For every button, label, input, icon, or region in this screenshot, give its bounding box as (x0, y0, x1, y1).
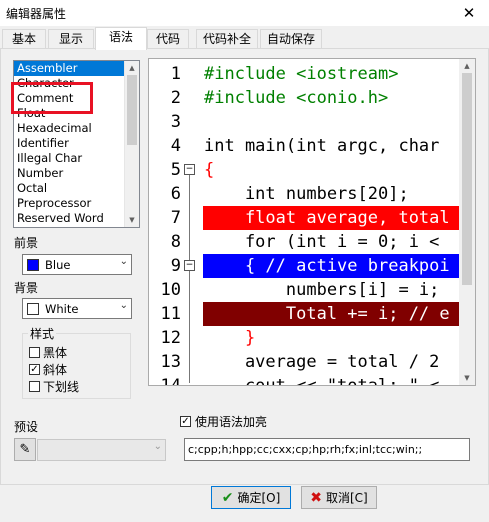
window-title: 编辑器属性 (6, 7, 67, 21)
fold-collapse-icon[interactable]: − (184, 260, 195, 271)
list-item-reserved-word[interactable]: Reserved Word (14, 211, 139, 226)
italic-checkbox[interactable]: ✓ (29, 364, 40, 375)
code-line-error: 11 Total += i; // e (149, 302, 473, 326)
preset-label: 预设 (14, 420, 39, 434)
fold-collapse-icon[interactable]: − (184, 164, 195, 175)
style-group-label: 样式 (28, 325, 57, 342)
foreground-color-select[interactable]: Blue ⌄ (22, 254, 132, 275)
preset-load-button[interactable]: ✎ (14, 438, 36, 461)
code-line: 2 #include <conio.h> (170, 88, 389, 108)
code-line: 10 numbers[i] = i; (160, 280, 440, 300)
list-item-identifier[interactable]: Identifier (14, 136, 139, 151)
editor-scrollbar[interactable]: ▲ ▼ (459, 59, 475, 385)
title-bar: 编辑器属性 ✕ (0, 0, 489, 26)
scroll-down-icon[interactable]: ▼ (125, 213, 139, 227)
bold-checkbox[interactable] (29, 347, 40, 358)
highlight-annotation-box (11, 82, 93, 114)
tab-display[interactable]: 显示 (48, 29, 94, 49)
foreground-value: Blue (45, 258, 71, 272)
preset-select[interactable]: ⌄ (37, 439, 166, 461)
cancel-label: 取消[C] (325, 491, 368, 505)
code-line: 14 cout << "total: " < (160, 376, 440, 386)
code-line-error: 7 float average, total (149, 206, 473, 230)
cancel-button[interactable]: ✖ 取消[C] (301, 486, 377, 509)
scroll-thumb[interactable] (462, 73, 472, 285)
checkmark-icon: ✔ (221, 489, 234, 506)
syntax-highlight-option[interactable]: ✓ 使用语法加亮 (180, 413, 267, 430)
list-item-hexadecimal[interactable]: Hexadecimal (14, 121, 139, 136)
syntax-highlight-checkbox[interactable]: ✓ (180, 416, 191, 427)
ok-button[interactable]: ✔ 确定[O] (211, 486, 291, 509)
code-line: 3 (170, 112, 181, 132)
tab-code[interactable]: 代码 (147, 29, 189, 49)
extensions-value: c;cpp;h;hpp;cc;cxx;cp;hp;rh;fx;inl;tcc;w… (188, 443, 423, 456)
tab-code-completion[interactable]: 代码补全 (196, 29, 258, 49)
code-line-breakpoint: 9 − { // active breakpoi (149, 254, 473, 278)
background-value: White (45, 302, 79, 316)
list-item-illegal-char[interactable]: Illegal Char (14, 151, 139, 166)
scroll-up-icon[interactable]: ▲ (125, 61, 139, 75)
close-icon[interactable]: ✕ (449, 0, 489, 26)
chevron-down-icon: ⌄ (119, 256, 128, 267)
code-line: 6 int numbers[20]; (170, 184, 409, 204)
list-item-octal[interactable]: Octal (14, 181, 139, 196)
ok-label: 确定[O] (237, 491, 281, 505)
brush-icon: ✎ (19, 442, 31, 457)
bold-label: 黑体 (43, 346, 68, 360)
background-label: 背景 (14, 281, 39, 295)
underline-label: 下划线 (43, 380, 80, 394)
scroll-thumb[interactable] (127, 75, 137, 145)
foreground-swatch (27, 259, 39, 271)
code-line: 8 for (int i = 0; i < (170, 232, 440, 252)
italic-option[interactable]: ✓ 斜体 (29, 361, 67, 378)
underline-checkbox[interactable] (29, 381, 40, 392)
list-item-preprocessor[interactable]: Preprocessor (14, 196, 139, 211)
underline-option[interactable]: 下划线 (29, 378, 79, 395)
code-line: 5 − { (170, 160, 215, 180)
extensions-input[interactable]: c;cpp;h;hpp;cc;cxx;cp;hp;rh;fx;inl;tcc;w… (184, 438, 470, 461)
foreground-label: 前景 (14, 236, 39, 250)
code-preview[interactable]: 1 #include <iostream> 2 #include <conio.… (148, 58, 476, 386)
code-line: 1 #include <iostream> (170, 64, 399, 84)
scroll-up-icon[interactable]: ▲ (459, 59, 475, 73)
list-item-number[interactable]: Number (14, 166, 139, 181)
scroll-down-icon[interactable]: ▼ (459, 371, 475, 385)
background-color-select[interactable]: White ⌄ (22, 298, 132, 319)
chevron-down-icon: ⌄ (153, 441, 162, 452)
chevron-down-icon: ⌄ (119, 300, 128, 311)
code-line: 4 int main(int argc, char (170, 136, 440, 156)
syntax-highlight-label: 使用语法加亮 (195, 415, 268, 429)
code-line: 13 average = total / 2 (160, 352, 440, 372)
background-swatch (27, 303, 39, 315)
tab-autosave[interactable]: 自动保存 (260, 29, 322, 49)
close-icon: ✖ (310, 489, 322, 506)
bold-option[interactable]: 黑体 (29, 344, 67, 361)
tab-basic[interactable]: 基本 (2, 29, 46, 49)
code-line: 12 } (160, 328, 256, 348)
italic-label: 斜体 (43, 363, 68, 377)
list-scrollbar[interactable]: ▲ ▼ (124, 61, 139, 227)
tab-syntax[interactable]: 语法 (95, 27, 147, 50)
list-item-assembler[interactable]: Assembler (14, 61, 139, 76)
